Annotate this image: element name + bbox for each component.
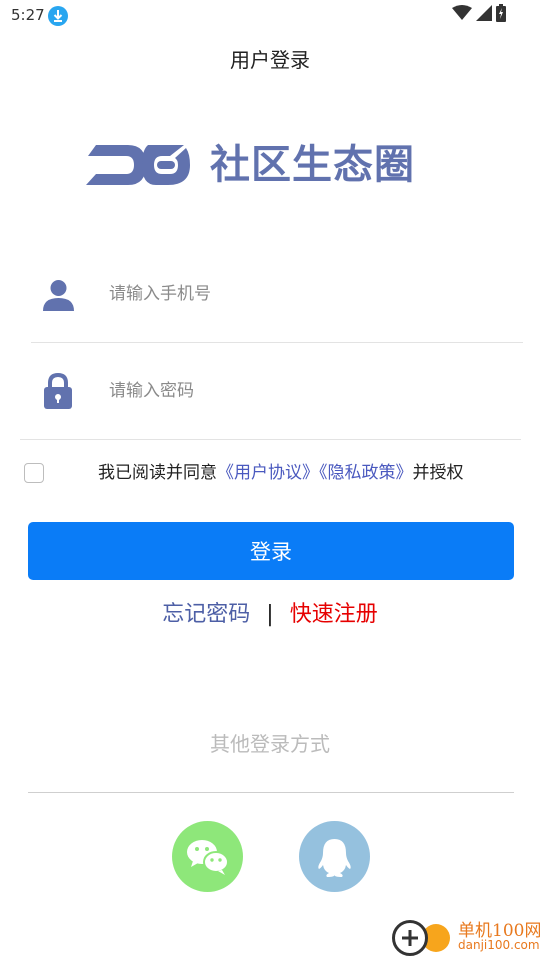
password-field-row <box>0 343 540 440</box>
watermark-plus-icon <box>392 920 428 956</box>
page-title: 用户登录 <box>230 48 310 72</box>
status-time: 5:27 <box>11 6 45 24</box>
forgot-password-link[interactable]: 忘记密码 <box>162 602 250 627</box>
phone-field-row <box>0 245 540 342</box>
auth-links: 忘记密码 | 快速注册 <box>0 600 540 630</box>
download-icon <box>48 6 68 26</box>
password-input[interactable] <box>109 376 489 406</box>
wifi-icon <box>452 5 472 25</box>
wechat-icon <box>187 840 229 875</box>
agreement-row: 我已阅读并同意《用户协议》《隐私政策》并授权 <box>24 460 524 486</box>
user-agreement-link[interactable]: 《用户协议》 <box>217 463 319 483</box>
agreement-text: 我已阅读并同意《用户协议》《隐私政策》并授权 <box>98 460 464 486</box>
phone-input[interactable] <box>109 279 489 309</box>
signal-icon <box>476 5 492 25</box>
lock-icon <box>44 372 72 413</box>
wechat-login-button[interactable] <box>172 821 243 892</box>
qq-login-button[interactable] <box>299 821 370 892</box>
watermark-url: danji100.com <box>458 938 540 952</box>
logo-text: 社区生态圈 <box>210 142 415 188</box>
link-separator: | <box>266 602 274 627</box>
agreement-suffix: 并授权 <box>412 463 464 483</box>
agreement-prefix: 我已阅读并同意 <box>98 463 217 483</box>
privacy-policy-link[interactable]: 《隐私政策》 <box>319 463 413 483</box>
status-bar: 5:27 <box>0 0 540 30</box>
password-divider <box>20 439 521 440</box>
app-logo: 社区生态圈 <box>86 140 431 190</box>
agreement-checkbox[interactable] <box>24 463 44 483</box>
user-icon <box>43 279 74 315</box>
login-button[interactable]: 登录 <box>28 522 514 580</box>
battery-icon <box>496 4 506 26</box>
other-login-title: 其他登录方式 <box>210 732 330 756</box>
status-icons <box>452 4 506 26</box>
other-login-divider <box>28 792 514 793</box>
qq-icon <box>318 839 351 877</box>
quick-register-link[interactable]: 快速注册 <box>290 602 378 627</box>
logo-mark-icon <box>86 145 190 185</box>
watermark: 单机100网 danji100.com <box>388 914 540 960</box>
